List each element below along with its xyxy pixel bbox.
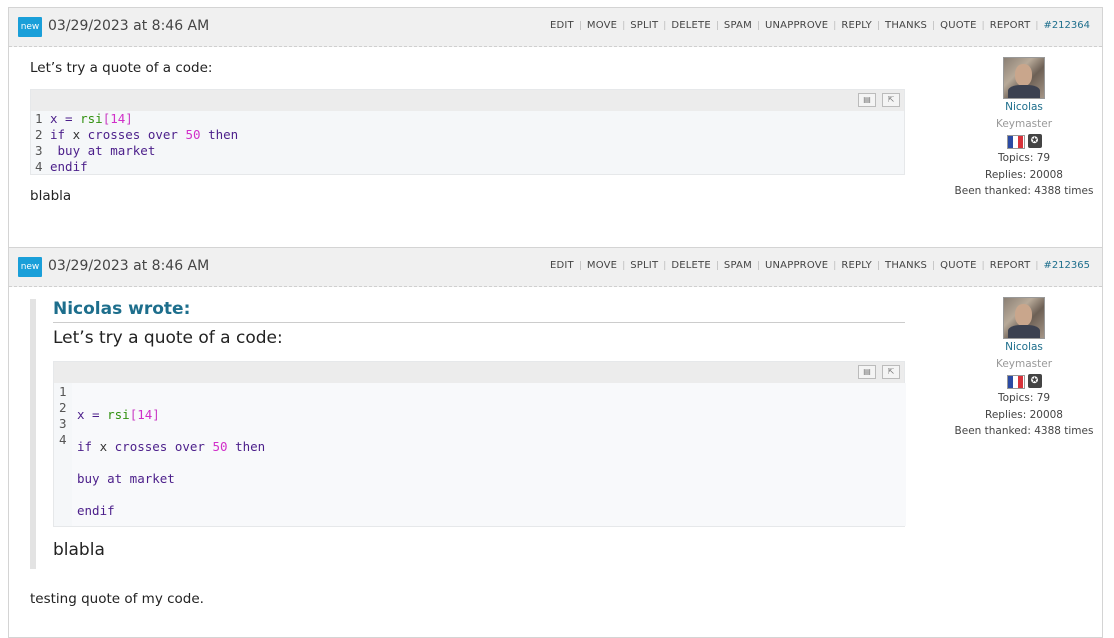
forum-post: new 03/29/2023 at 8:46 AM EDIT | MOVE | SP… bbox=[8, 7, 1103, 247]
new-badge: new bbox=[18, 17, 42, 37]
author-badges: ✪ bbox=[954, 373, 1094, 389]
reply-action[interactable]: REPLY bbox=[836, 260, 877, 271]
split-action[interactable]: SPLIT bbox=[625, 260, 663, 271]
author-role: Keymaster bbox=[995, 117, 1053, 130]
unapprove-action[interactable]: UNAPPROVE bbox=[760, 260, 833, 271]
post-date: 03/29/2023 at 8:46 AM bbox=[48, 18, 210, 34]
edit-action[interactable]: EDIT bbox=[545, 260, 579, 271]
author-panel: Nicolas Keymaster ✪ Topics: 79 Replies: … bbox=[954, 57, 1094, 200]
avatar[interactable] bbox=[1003, 297, 1045, 339]
author-badges: ✪ bbox=[954, 133, 1094, 149]
quote-text: Let’s try a quote of a code: bbox=[53, 328, 283, 348]
quote-text: blabla bbox=[53, 540, 105, 560]
spam-action[interactable]: SPAM bbox=[719, 20, 757, 31]
code-line: buy at market bbox=[77, 471, 175, 486]
thanks-action[interactable]: THANKS bbox=[880, 20, 932, 31]
code-line: 4 endif bbox=[35, 159, 88, 174]
code-lines: x = rsi[14] if x crosses over 50 then bu… bbox=[77, 399, 265, 527]
quote-action[interactable]: QUOTE bbox=[935, 260, 982, 271]
author-replies: Replies: 20008 bbox=[985, 168, 1063, 181]
post-header: new 03/29/2023 at 8:46 AM EDIT | MOVE | SP… bbox=[9, 248, 1102, 287]
france-flag-icon bbox=[1006, 375, 1025, 389]
report-action[interactable]: REPORT bbox=[985, 20, 1036, 31]
post-text: testing quote of my code. bbox=[30, 591, 204, 607]
code-block: ▤ ⇱ 1 2 3 4 x = rsi[14] if x crosses ove… bbox=[53, 361, 906, 527]
copy-icon[interactable]: ▤ bbox=[858, 365, 876, 379]
author-name[interactable]: Nicolas bbox=[954, 99, 1094, 116]
post-permalink[interactable]: #212365 bbox=[1038, 260, 1090, 271]
quote-block: Nicolas wrote: Let’s try a quote of a co… bbox=[30, 299, 912, 569]
delete-action[interactable]: DELETE bbox=[666, 20, 716, 31]
code-line: if x crosses over 50 then bbox=[77, 439, 266, 454]
author-thanked: Been thanked: 4388 times bbox=[954, 425, 1094, 437]
post-actions: EDIT | MOVE | SPLIT | DELETE | SPAM | UNAPPRO… bbox=[545, 260, 1090, 271]
copy-icon[interactable]: ▤ bbox=[858, 93, 876, 107]
france-flag-icon bbox=[1006, 135, 1025, 149]
popout-icon[interactable]: ⇱ bbox=[882, 93, 900, 107]
author-role: Keymaster bbox=[995, 357, 1053, 370]
quote-author: Nicolas wrote: bbox=[53, 299, 191, 319]
post-text: blabla bbox=[30, 188, 72, 204]
author-replies: Replies: 20008 bbox=[985, 408, 1063, 421]
popout-icon[interactable]: ⇱ bbox=[882, 365, 900, 379]
post-actions: EDIT | MOVE | SPLIT | DELETE | SPAM | UNAPPRO… bbox=[545, 20, 1090, 31]
author-name[interactable]: Nicolas bbox=[954, 339, 1094, 356]
code-line: 3 buy at market bbox=[35, 143, 156, 158]
unapprove-action[interactable]: UNAPPROVE bbox=[760, 20, 833, 31]
code-line: 2 if x crosses over 50 then bbox=[35, 127, 239, 142]
post-permalink[interactable]: #212364 bbox=[1038, 20, 1090, 31]
rank-badge-icon: ✪ bbox=[1027, 374, 1042, 388]
forum-post: new 03/29/2023 at 8:46 AM EDIT | MOVE | SP… bbox=[8, 247, 1103, 638]
code-toolbar: ▤ ⇱ bbox=[54, 362, 904, 383]
thanks-action[interactable]: THANKS bbox=[880, 260, 932, 271]
code-toolbar: ▤ ⇱ bbox=[31, 90, 904, 111]
delete-action[interactable]: DELETE bbox=[666, 260, 716, 271]
code-lines: 1x = rsi[14] 2 if x crosses over 50 then … bbox=[35, 111, 908, 175]
code-line: x = rsi[14] bbox=[77, 407, 160, 422]
quote-divider bbox=[53, 322, 905, 323]
author-thanked: Been thanked: 4388 times bbox=[954, 185, 1094, 197]
code-gutter: 1 2 3 4 bbox=[59, 384, 67, 447]
code-block: ▤ ⇱ 1x = rsi[14] 2 if x crosses over 50 t… bbox=[30, 89, 905, 175]
author-panel: Nicolas Keymaster ✪ Topics: 79 Replies: … bbox=[954, 297, 1094, 440]
code-line: 1x = rsi[14] bbox=[35, 111, 133, 126]
quote-action[interactable]: QUOTE bbox=[935, 20, 982, 31]
code-line: endif bbox=[77, 503, 115, 518]
rank-badge-icon: ✪ bbox=[1027, 134, 1042, 148]
edit-action[interactable]: EDIT bbox=[545, 20, 579, 31]
split-action[interactable]: SPLIT bbox=[625, 20, 663, 31]
move-action[interactable]: MOVE bbox=[582, 260, 622, 271]
post-header: new 03/29/2023 at 8:46 AM EDIT | MOVE | SP… bbox=[9, 8, 1102, 47]
author-topics: Topics: 79 bbox=[997, 392, 1051, 404]
new-badge: new bbox=[18, 257, 42, 277]
author-topics: Topics: 79 bbox=[997, 152, 1051, 164]
report-action[interactable]: REPORT bbox=[985, 260, 1036, 271]
move-action[interactable]: MOVE bbox=[582, 20, 622, 31]
post-date: 03/29/2023 at 8:46 AM bbox=[48, 258, 210, 274]
spam-action[interactable]: SPAM bbox=[719, 260, 757, 271]
post-text: Let’s try a quote of a code: bbox=[30, 60, 213, 76]
reply-action[interactable]: REPLY bbox=[836, 20, 877, 31]
avatar[interactable] bbox=[1003, 57, 1045, 99]
